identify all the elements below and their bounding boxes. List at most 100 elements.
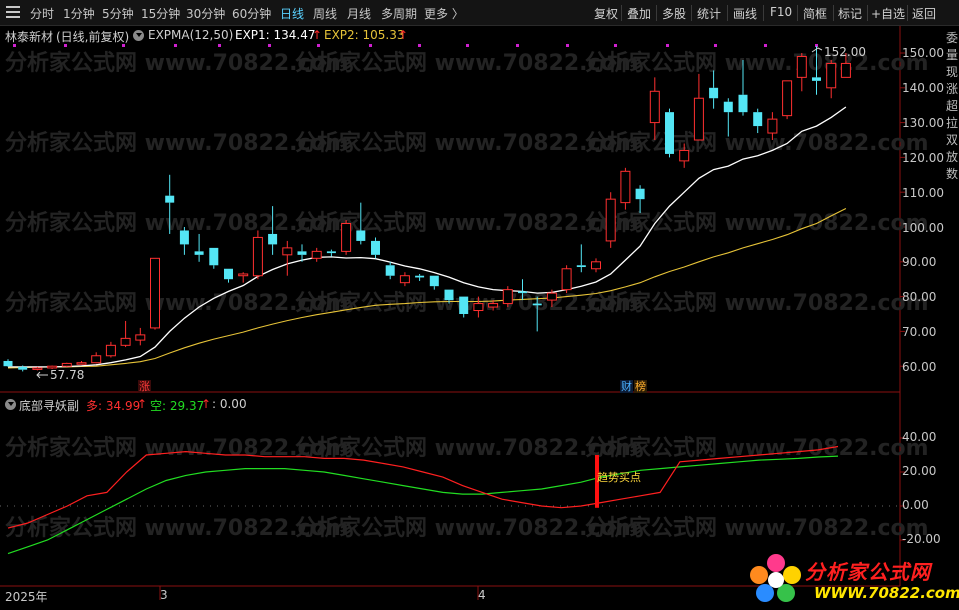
side-strip-char: 超 (945, 99, 958, 113)
candle-down (194, 251, 204, 255)
event-marker (268, 44, 271, 47)
candle-up (135, 334, 146, 341)
candle-down (532, 303, 542, 306)
finance-badge[interactable]: 财 (620, 380, 633, 393)
candle-up (796, 55, 807, 78)
buy-signal-label: 趋势买点 (597, 471, 641, 484)
candle-down (665, 112, 674, 154)
watermark-text: 分析家公式网 www.70822.com (585, 210, 929, 236)
candle-down (753, 112, 763, 127)
event-marker (614, 44, 617, 47)
watermark-text: 分析家公式网 www.70822.com (585, 515, 929, 541)
event-marker (122, 44, 125, 47)
candle-up (238, 273, 249, 277)
candle-down (723, 101, 733, 113)
candle-up (767, 118, 778, 134)
candle-down (444, 289, 454, 301)
candle-down (268, 233, 278, 245)
candle-down (459, 296, 469, 314)
date-month-4: 4 (478, 588, 486, 602)
watermark-text: 分析家公式网 www.70822.com (585, 435, 929, 461)
event-marker (516, 44, 519, 47)
candle-up (561, 268, 572, 291)
sub-tick: 20.00 (902, 464, 937, 478)
event-marker (466, 44, 469, 47)
side-strip-char: 双 (945, 133, 958, 147)
candle-up (341, 223, 352, 252)
side-strip-char: 涨 (945, 82, 958, 96)
candle-down (635, 188, 645, 200)
candle-up (826, 62, 837, 89)
date-month-3: 3 (160, 588, 168, 602)
side-strip-char: 拉 (945, 116, 958, 130)
candle-up (502, 289, 513, 305)
candle-down (326, 251, 336, 254)
candle-up (679, 149, 690, 162)
side-panel-strip[interactable]: 委 量 现 涨 超 拉 双 放 数 (945, 30, 959, 400)
candle-up (61, 362, 72, 367)
price-tick: 150.00 (902, 46, 944, 60)
side-strip-char: 现 (945, 65, 958, 79)
low-price-label: 57.78 (50, 368, 85, 382)
side-strip-char: 数 (945, 167, 958, 181)
price-tick: 120.00 (902, 151, 944, 165)
sub-tick: 40.00 (902, 430, 937, 444)
candle-down (709, 87, 719, 99)
candle-up (693, 97, 704, 141)
candle-up (840, 62, 851, 78)
flower-logo-icon (750, 554, 801, 602)
site-logo: 分析家公式网 WWW.70822.com (748, 553, 959, 603)
side-strip-char: 委 (945, 31, 958, 45)
candle-up (150, 257, 160, 329)
low-pointer (36, 371, 48, 379)
candle-down (165, 195, 175, 203)
candle-down (356, 230, 366, 241)
price-tick: 80.00 (902, 290, 937, 304)
candle-up (282, 247, 293, 256)
event-marker (418, 44, 421, 47)
candle-down (224, 268, 233, 280)
candle-down (18, 366, 28, 370)
kline-chart[interactable]: 分析家公式网 www.70822.com 分析家公式网 www.70822.com… (0, 0, 959, 610)
event-marker (174, 44, 177, 47)
watermark-text: 分析家公式网 www.70822.com (585, 50, 929, 76)
candle-down (385, 265, 395, 276)
event-marker (317, 44, 320, 47)
event-marker (666, 44, 669, 47)
candle-up (311, 250, 322, 259)
event-marker (714, 44, 717, 47)
event-marker (566, 44, 569, 47)
candle-up (620, 170, 631, 204)
price-tick: 90.00 (902, 255, 937, 269)
candle-down (371, 240, 380, 255)
price-tick: 100.00 (902, 221, 944, 235)
event-marker (64, 44, 67, 47)
limit-up-badge[interactable]: 涨 (138, 380, 151, 393)
candle-up (105, 344, 116, 357)
candle-up (252, 236, 263, 277)
high-price-label: 152.00 (824, 45, 866, 59)
candle-up (649, 90, 660, 124)
candle-down (576, 265, 586, 268)
price-tick: 130.00 (902, 116, 944, 130)
ranking-badge[interactable]: 榜 (634, 380, 647, 393)
candle-up (605, 198, 616, 242)
watermark-text: 分析家公式网 www.70822.com (585, 130, 929, 156)
logo-url: WWW.70822.com (814, 584, 959, 602)
watermark-text: 分析家公式网 www.70822.com (585, 290, 929, 316)
candle-down (297, 251, 307, 255)
candle-up (782, 80, 793, 117)
candle-up (76, 362, 87, 365)
sub-tick: 0.00 (902, 498, 929, 512)
candle-up (120, 337, 131, 346)
side-strip-char: 量 (945, 48, 958, 62)
candle-down (812, 77, 821, 81)
price-tick: 140.00 (902, 81, 944, 95)
event-marker (764, 44, 767, 47)
candle-up (473, 303, 484, 312)
sub-tick: -20.00 (902, 532, 941, 546)
date-year: 2025年 (5, 590, 48, 604)
price-tick: 110.00 (902, 186, 944, 200)
candle-down (429, 275, 439, 287)
candle-down (3, 360, 13, 367)
